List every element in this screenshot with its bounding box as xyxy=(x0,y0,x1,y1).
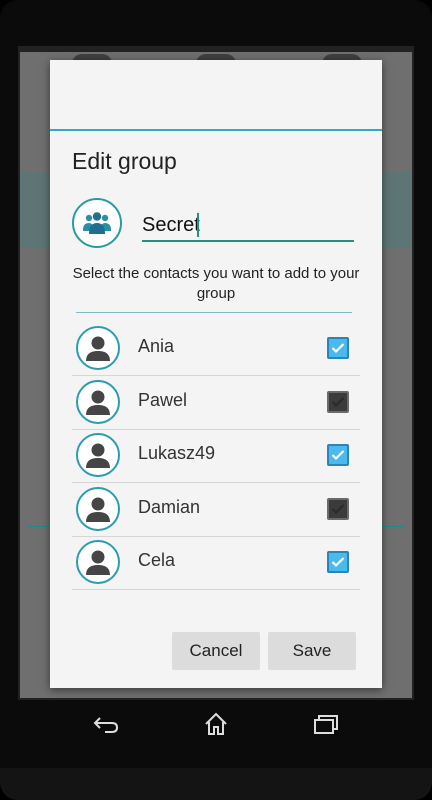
check-icon xyxy=(331,503,345,514)
check-icon xyxy=(331,557,345,568)
group-name-input[interactable] xyxy=(142,210,354,242)
person-icon xyxy=(86,550,110,575)
person-icon xyxy=(86,390,110,415)
person-icon xyxy=(86,336,110,361)
dialog-title: Edit group xyxy=(72,148,177,174)
home-icon[interactable] xyxy=(196,710,236,738)
check-icon xyxy=(331,450,345,461)
contact-row[interactable]: Ania xyxy=(72,322,360,376)
text-cursor xyxy=(197,213,199,237)
group-avatar[interactable] xyxy=(72,198,122,248)
contact-row[interactable]: Damian xyxy=(72,483,360,537)
select-contacts-prompt: Select the contacts you want to add to y… xyxy=(72,265,360,302)
check-icon xyxy=(331,396,345,407)
person-icon xyxy=(86,497,110,522)
check-icon xyxy=(331,343,345,354)
contact-checkbox[interactable] xyxy=(327,337,349,359)
phone-frame: Edit group Select the contacts you want … xyxy=(0,0,432,800)
contact-name: Cela xyxy=(138,550,176,570)
recents-icon[interactable] xyxy=(306,710,346,738)
dialog-divider xyxy=(50,129,382,131)
contact-name: Ania xyxy=(138,336,175,356)
contact-name: Damian xyxy=(138,496,201,517)
contact-avatar xyxy=(76,326,120,370)
person-icon xyxy=(86,443,110,468)
group-icon xyxy=(83,212,111,234)
contact-avatar xyxy=(76,379,120,424)
contact-avatar xyxy=(76,433,120,477)
contact-row[interactable]: Pawel xyxy=(72,376,360,430)
contact-row[interactable]: Lukasz49 xyxy=(72,429,360,483)
prompt-divider xyxy=(76,312,352,313)
contact-name: Pawel xyxy=(138,389,188,410)
navigation-bar xyxy=(0,700,432,768)
cancel-button[interactable]: Cancel xyxy=(172,632,260,670)
phone-bottom-bezel xyxy=(0,768,432,800)
back-icon[interactable] xyxy=(86,710,126,738)
contact-checkbox[interactable] xyxy=(327,551,349,573)
contact-checkbox[interactable] xyxy=(327,444,349,466)
edit-group-dialog: Edit group Select the contacts you want … xyxy=(50,60,382,688)
contact-checkbox[interactable] xyxy=(327,390,349,413)
contact-avatar xyxy=(76,540,120,584)
contact-checkbox[interactable] xyxy=(327,497,349,520)
contact-row[interactable]: Cela xyxy=(72,536,360,590)
contact-avatar xyxy=(76,486,120,531)
save-button[interactable]: Save xyxy=(268,632,356,670)
contact-name: Lukasz49 xyxy=(138,443,216,463)
